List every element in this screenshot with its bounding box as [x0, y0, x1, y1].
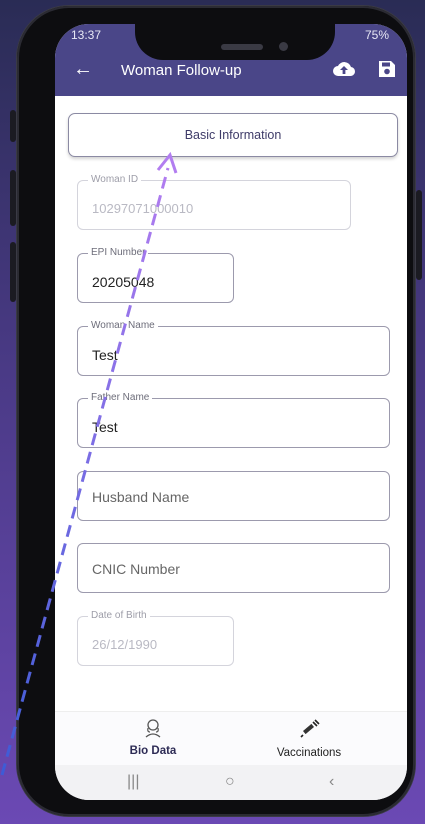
nav-bio-data[interactable]: Bio Data [93, 718, 213, 757]
father-name-field[interactable]: Father Name Test [77, 392, 390, 448]
recent-apps-icon[interactable]: ||| [127, 773, 139, 791]
father-name-label: Father Name [88, 392, 153, 403]
save-icon[interactable] [377, 59, 397, 84]
epi-number-label: EPI Number [88, 247, 149, 258]
father-name-value: Test [92, 419, 118, 435]
syringe-icon [297, 719, 321, 744]
bixby-button [10, 242, 16, 302]
epi-number-field[interactable]: EPI Number 20205048 [77, 247, 234, 303]
husband-name-placeholder: Husband Name [92, 489, 190, 505]
status-time: 13:37 [71, 28, 102, 42]
date-of-birth-value: 26/12/1990 [92, 637, 158, 652]
cnic-number-field[interactable]: CNIC Number [77, 543, 390, 593]
back-nav-icon[interactable]: ‹ [329, 773, 334, 791]
cnic-number-placeholder: CNIC Number [92, 561, 180, 577]
back-arrow-icon[interactable]: ← [73, 58, 93, 80]
woman-id-value: 10297071000010 [92, 201, 194, 216]
nav-vaccinations-label: Vaccinations [276, 747, 342, 759]
woman-name-field[interactable]: Woman Name Test [77, 320, 390, 376]
cloud-upload-icon[interactable] [332, 59, 356, 84]
status-battery: 75% [364, 28, 389, 42]
nav-bio-data-label: Bio Data [129, 745, 177, 757]
basic-information-label: Basic Information [184, 128, 282, 142]
phone-frame: 13:37 75% ← Woman Follow-up Basic Inform… [17, 6, 415, 816]
app-screen: 13:37 75% ← Woman Follow-up Basic Inform… [55, 24, 407, 800]
date-of-birth-field: Date of Birth 26/12/1990 [77, 610, 234, 666]
woman-name-value: Test [92, 347, 118, 363]
page-title: Woman Follow-up [121, 62, 242, 79]
camera-dot [279, 42, 288, 51]
woman-id-label: Woman ID [88, 174, 142, 185]
epi-number-value: 20205048 [92, 274, 155, 290]
woman-profile-icon [144, 719, 162, 742]
basic-information-button[interactable]: Basic Information [68, 113, 398, 157]
power-button [416, 190, 422, 280]
speaker-slot [221, 44, 263, 50]
volume-up-button [10, 110, 16, 142]
woman-name-label: Woman Name [88, 320, 158, 331]
husband-name-field[interactable]: Husband Name [77, 471, 390, 521]
date-of-birth-label: Date of Birth [88, 610, 150, 621]
home-icon[interactable]: ○ [225, 773, 235, 791]
bottom-navigation: Bio Data Vaccinations [55, 711, 407, 766]
form-content: Basic Information Woman ID 1029707100001… [55, 96, 407, 711]
system-navigation-bar: ||| ○ ‹ [55, 765, 407, 800]
notch [135, 14, 335, 60]
volume-down-button [10, 170, 16, 226]
woman-id-field: Woman ID 10297071000010 [77, 174, 351, 230]
nav-vaccinations[interactable]: Vaccinations [249, 718, 369, 759]
